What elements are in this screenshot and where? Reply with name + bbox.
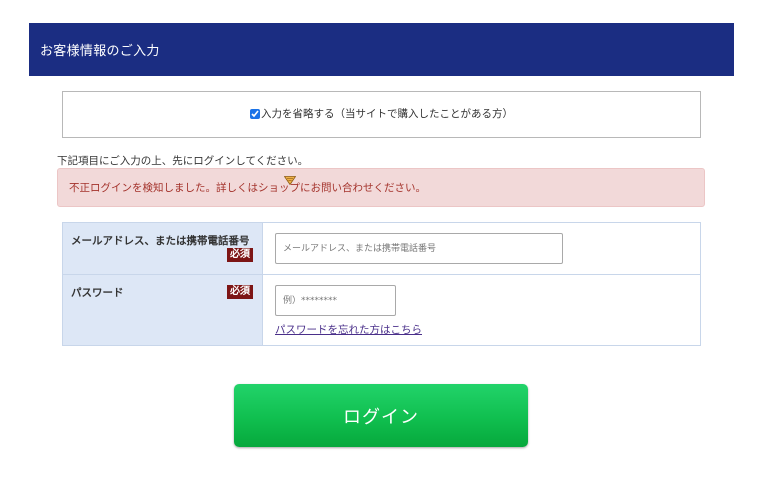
required-badge: 必須: [227, 248, 253, 262]
email-row: メールアドレス、または携帯電話番号 必須: [63, 223, 700, 275]
cursor-icon: [284, 176, 296, 185]
password-label-cell: パスワード 必須: [63, 275, 263, 345]
email-field[interactable]: [275, 233, 563, 264]
skip-input-label: 入力を省略する（当サイトで購入したことがある方）: [261, 108, 513, 120]
login-form: メールアドレス、または携帯電話番号 必須 パスワード 必須 パスワードを忘れた方…: [62, 222, 701, 346]
email-label: メールアドレス、または携帯電話番号: [71, 235, 250, 247]
skip-input-box: 入力を省略する（当サイトで購入したことがある方）: [62, 91, 701, 138]
skip-input-checkbox[interactable]: [250, 108, 260, 119]
login-button[interactable]: ログイン: [234, 384, 528, 447]
email-label-cell: メールアドレス、または携帯電話番号 必須: [63, 223, 263, 274]
required-badge: 必須: [227, 285, 253, 299]
error-message: 不正ログインを検知しました。詳しくはショップにお問い合わせください。: [69, 182, 426, 194]
section-title: お客様情報のご入力: [40, 44, 160, 59]
forgot-password-link[interactable]: パスワードを忘れた方はこちら: [275, 322, 422, 337]
email-input-cell: [263, 223, 700, 274]
instruction-text: 下記項目にご入力の上、先にログインしてください。: [57, 155, 309, 167]
password-field[interactable]: [275, 285, 396, 316]
skip-input-option[interactable]: 入力を省略する（当サイトで購入したことがある方）: [250, 106, 513, 121]
password-row: パスワード 必須 パスワードを忘れた方はこちら: [63, 275, 700, 345]
section-header: お客様情報のご入力: [29, 23, 734, 76]
password-input-cell: パスワードを忘れた方はこちら: [263, 275, 700, 345]
error-alert: 不正ログインを検知しました。詳しくはショップにお問い合わせください。: [57, 168, 705, 207]
password-label: パスワード: [71, 287, 124, 299]
